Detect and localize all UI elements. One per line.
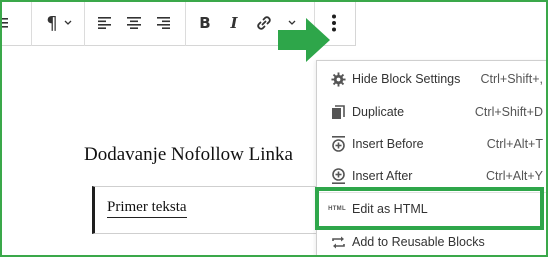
bold-icon: B xyxy=(199,14,211,32)
menu-item-label: Insert After xyxy=(352,169,413,183)
menu-item-label: Add to Reusable Blocks xyxy=(352,235,485,249)
chevron-down-icon xyxy=(64,20,72,25)
italic-icon: I xyxy=(230,14,238,32)
menu-item-insert-before[interactable]: Insert Before Ctrl+Alt+T xyxy=(317,128,546,160)
annotation-highlight-box xyxy=(315,187,544,230)
toolbar-divider xyxy=(31,2,32,46)
link-icon xyxy=(257,16,271,30)
gear-icon xyxy=(330,71,346,87)
annotation-arrow xyxy=(278,18,330,62)
toolbar-divider xyxy=(84,2,85,46)
menu-item-label: Duplicate xyxy=(352,105,405,119)
menu-item-hide-block-settings[interactable]: Hide Block Settings Ctrl+Shift+, xyxy=(317,63,546,95)
menu-item-shortcut: Ctrl+Alt+Y xyxy=(486,169,543,183)
menu-item-label: Insert Before xyxy=(352,137,424,151)
duplicate-icon xyxy=(330,104,346,120)
quote-block[interactable]: Primer teksta xyxy=(92,186,322,234)
menu-item-add-to-reusable-blocks[interactable]: Add to Reusable Blocks xyxy=(317,226,546,255)
quote-text[interactable]: Primer teksta xyxy=(107,199,187,218)
align-right-icon[interactable] xyxy=(152,10,174,36)
insert-before-icon xyxy=(330,136,346,152)
toolbar-divider xyxy=(185,2,186,46)
align-left-icon[interactable] xyxy=(94,10,116,36)
menu-item-shortcut: Ctrl+Alt+T xyxy=(486,137,543,151)
menu-item-duplicate[interactable]: Duplicate Ctrl+Shift+D xyxy=(317,96,546,128)
list-view-icon[interactable] xyxy=(2,10,14,36)
pilcrow-icon: ¶ xyxy=(46,12,58,34)
paragraph-transform-button[interactable]: ¶ xyxy=(42,10,76,36)
insert-after-icon xyxy=(330,168,346,184)
menu-item-shortcut: Ctrl+Shift+D xyxy=(474,105,543,119)
heading-block[interactable]: Dodavanje Nofollow Linka xyxy=(84,144,293,166)
align-center-icon[interactable] xyxy=(123,10,145,36)
link-button[interactable] xyxy=(252,10,276,36)
bold-button[interactable]: B xyxy=(194,10,216,36)
italic-button[interactable]: I xyxy=(223,10,245,36)
menu-item-shortcut: Ctrl+Shift+, xyxy=(480,72,543,86)
reusable-block-icon xyxy=(330,234,346,250)
editor-frame: ¶ B I Dodavanje Nofollow Linka Primer te… xyxy=(0,0,548,257)
menu-item-label: Hide Block Settings xyxy=(352,72,461,86)
